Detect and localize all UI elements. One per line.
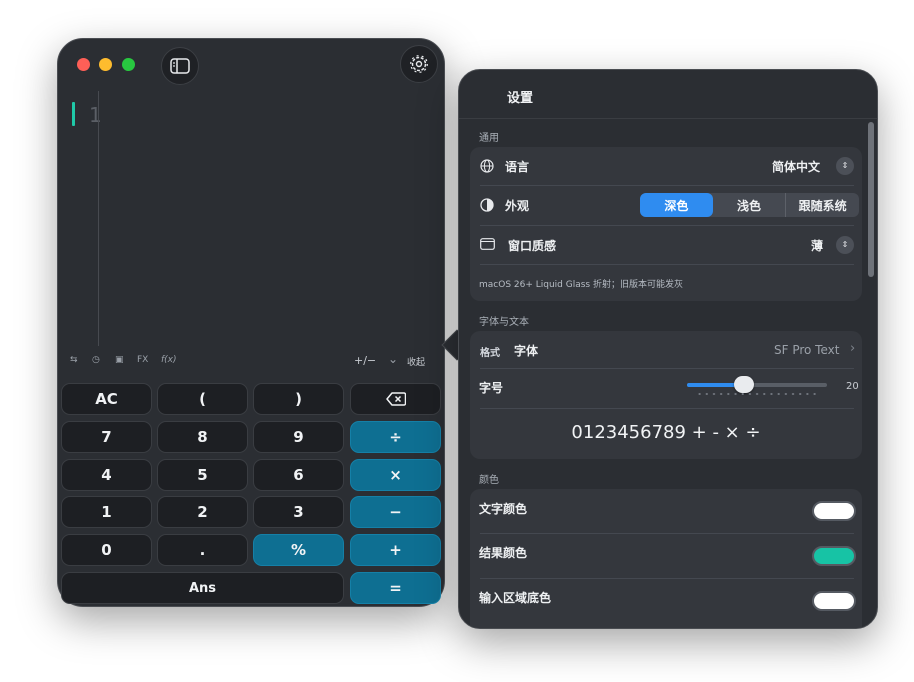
font-size-slider-knob[interactable] (734, 376, 755, 393)
fx-button[interactable]: FX (137, 355, 148, 365)
digit-9-button[interactable]: 9 (253, 421, 344, 453)
language-label: 语言 (505, 160, 530, 174)
text-color-swatch[interactable] (812, 501, 856, 521)
format-tag: 格式 (480, 348, 500, 359)
section-colors: 颜色 (479, 475, 499, 486)
paren-close-button[interactable]: ) (253, 383, 344, 415)
font-label: 字体 (514, 344, 539, 358)
history-icon[interactable]: ◷ (92, 355, 100, 365)
paren-open-button[interactable]: ( (157, 383, 248, 415)
text-color-label: 文字颜色 (479, 502, 528, 516)
font-size-label: 字号 (479, 381, 504, 395)
row-divider (480, 264, 854, 265)
settings-popover: 设置 通用 语言 简体中文 ⇕ 外观 深色 浅色 跟随系统 窗口质感 薄 ⇕ m… (458, 69, 878, 629)
row-divider (480, 408, 854, 409)
font-size-row: 字号 20 (470, 369, 862, 407)
appearance-label: 外观 (505, 199, 530, 213)
percent-button[interactable]: % (253, 534, 344, 566)
sidebar-toggle-button[interactable] (161, 47, 199, 85)
input-bg-color-label: 输入区域底色 (479, 591, 552, 605)
plus-button[interactable]: + (350, 534, 441, 566)
language-stepper[interactable]: ⇕ (836, 157, 854, 175)
title-divider (459, 118, 877, 119)
window-texture-stepper[interactable]: ⇕ (836, 236, 854, 254)
minus-button[interactable]: − (350, 496, 441, 528)
digit-7-button[interactable]: 7 (61, 421, 152, 453)
backspace-button[interactable] (350, 383, 441, 415)
equals-button[interactable]: = (350, 572, 441, 604)
input-bg-color-swatch[interactable] (812, 591, 856, 611)
gear-icon (410, 55, 428, 73)
digit-8-button[interactable]: 8 (157, 421, 248, 453)
decimal-point-button[interactable]: . (157, 534, 248, 566)
chevron-updown-icon: ⇕ (841, 240, 849, 249)
minimize-window-button[interactable] (99, 58, 112, 71)
window-icon (480, 238, 495, 250)
digit-1-button[interactable]: 1 (61, 496, 152, 528)
appearance-option-light[interactable]: 浅色 (713, 193, 786, 217)
settings-title: 设置 (507, 91, 534, 106)
close-window-button[interactable] (77, 58, 90, 71)
function-button[interactable]: f(x) (161, 355, 177, 365)
contrast-icon (480, 198, 494, 212)
swap-icon[interactable]: ⇆ (70, 355, 78, 365)
window-texture-value: 薄 (811, 239, 824, 253)
chevron-right-icon: › (850, 341, 856, 356)
appearance-option-dark[interactable]: 深色 (640, 193, 713, 217)
digit-3-button[interactable]: 3 (253, 496, 344, 528)
divide-button[interactable]: ÷ (350, 421, 441, 453)
backspace-icon (385, 392, 406, 406)
appearance-row: 外观 深色 浅色 跟随系统 (470, 186, 862, 225)
window-texture-row[interactable]: 窗口质感 薄 ⇕ (470, 226, 862, 264)
settings-scrollbar[interactable] (868, 122, 874, 277)
multiply-button[interactable]: × (350, 459, 441, 491)
sidebar-icon (170, 58, 190, 74)
zoom-window-button[interactable] (122, 58, 135, 71)
chevron-down-icon: ⌄ (388, 352, 399, 366)
section-general: 通用 (479, 133, 499, 144)
chevron-updown-icon: ⇕ (841, 161, 849, 170)
colors-group: 文字颜色 结果颜色 输入区域底色 (470, 489, 862, 628)
result-color-swatch[interactable] (812, 546, 856, 566)
ans-button[interactable]: Ans (61, 572, 344, 604)
language-value: 简体中文 (772, 160, 821, 174)
appearance-option-system[interactable]: 跟随系统 (785, 193, 859, 217)
font-value: SF Pro Text (774, 343, 840, 357)
digit-6-button[interactable]: 6 (253, 459, 344, 491)
digit-2-button[interactable]: 2 (157, 496, 248, 528)
expression-editor[interactable] (102, 91, 432, 346)
appearance-segmented-control: 深色 浅色 跟随系统 (640, 193, 859, 217)
input-bg-color-row: 输入区域底色 (470, 579, 862, 623)
globe-icon (480, 159, 494, 173)
clear-button[interactable]: AC (61, 383, 152, 415)
result-color-row: 结果颜色 (470, 534, 862, 578)
general-group: 语言 简体中文 ⇕ 外观 深色 浅色 跟随系统 窗口质感 薄 ⇕ macOS 2… (470, 147, 862, 301)
memory-icon[interactable]: ▣ (115, 355, 124, 365)
digit-0-button[interactable]: 0 (61, 534, 152, 566)
digit-4-button[interactable]: 4 (61, 459, 152, 491)
window-texture-label: 窗口质感 (508, 239, 557, 253)
font-size-value: 20 (846, 381, 859, 392)
language-row[interactable]: 语言 简体中文 ⇕ (470, 147, 862, 185)
calculator-window: 1 ⇆ ◷ ▣ FX f(x) +∕− ⌄ 收起 AC ( ) 7 8 9 ÷ … (57, 38, 445, 607)
liquid-glass-note: macOS 26+ Liquid Glass 折射；旧版本可能发灰 (479, 280, 683, 290)
section-font: 字体与文本 (479, 317, 529, 328)
sign-toggle-button[interactable]: +∕− (354, 354, 376, 367)
calculator-toolbar: ⇆ ◷ ▣ FX f(x) +∕− ⌄ 收起 (70, 352, 426, 371)
font-size-slider-track[interactable] (687, 376, 827, 393)
digit-5-button[interactable]: 5 (157, 459, 248, 491)
text-color-row: 文字颜色 (470, 489, 862, 533)
font-group: 格式 字体 SF Pro Text › 字号 20 0123456789 + -… (470, 331, 862, 459)
collapse-button[interactable]: 收起 (407, 355, 425, 368)
font-row[interactable]: 格式 字体 SF Pro Text › (470, 331, 862, 368)
slider-tick-marks (696, 393, 818, 395)
settings-button[interactable] (400, 45, 438, 83)
result-color-label: 结果颜色 (479, 546, 528, 560)
gutter-divider (98, 91, 99, 346)
line-number: 1 (89, 103, 102, 127)
font-preview: 0123456789 + - × ÷ (571, 422, 761, 443)
input-caret (72, 102, 75, 126)
